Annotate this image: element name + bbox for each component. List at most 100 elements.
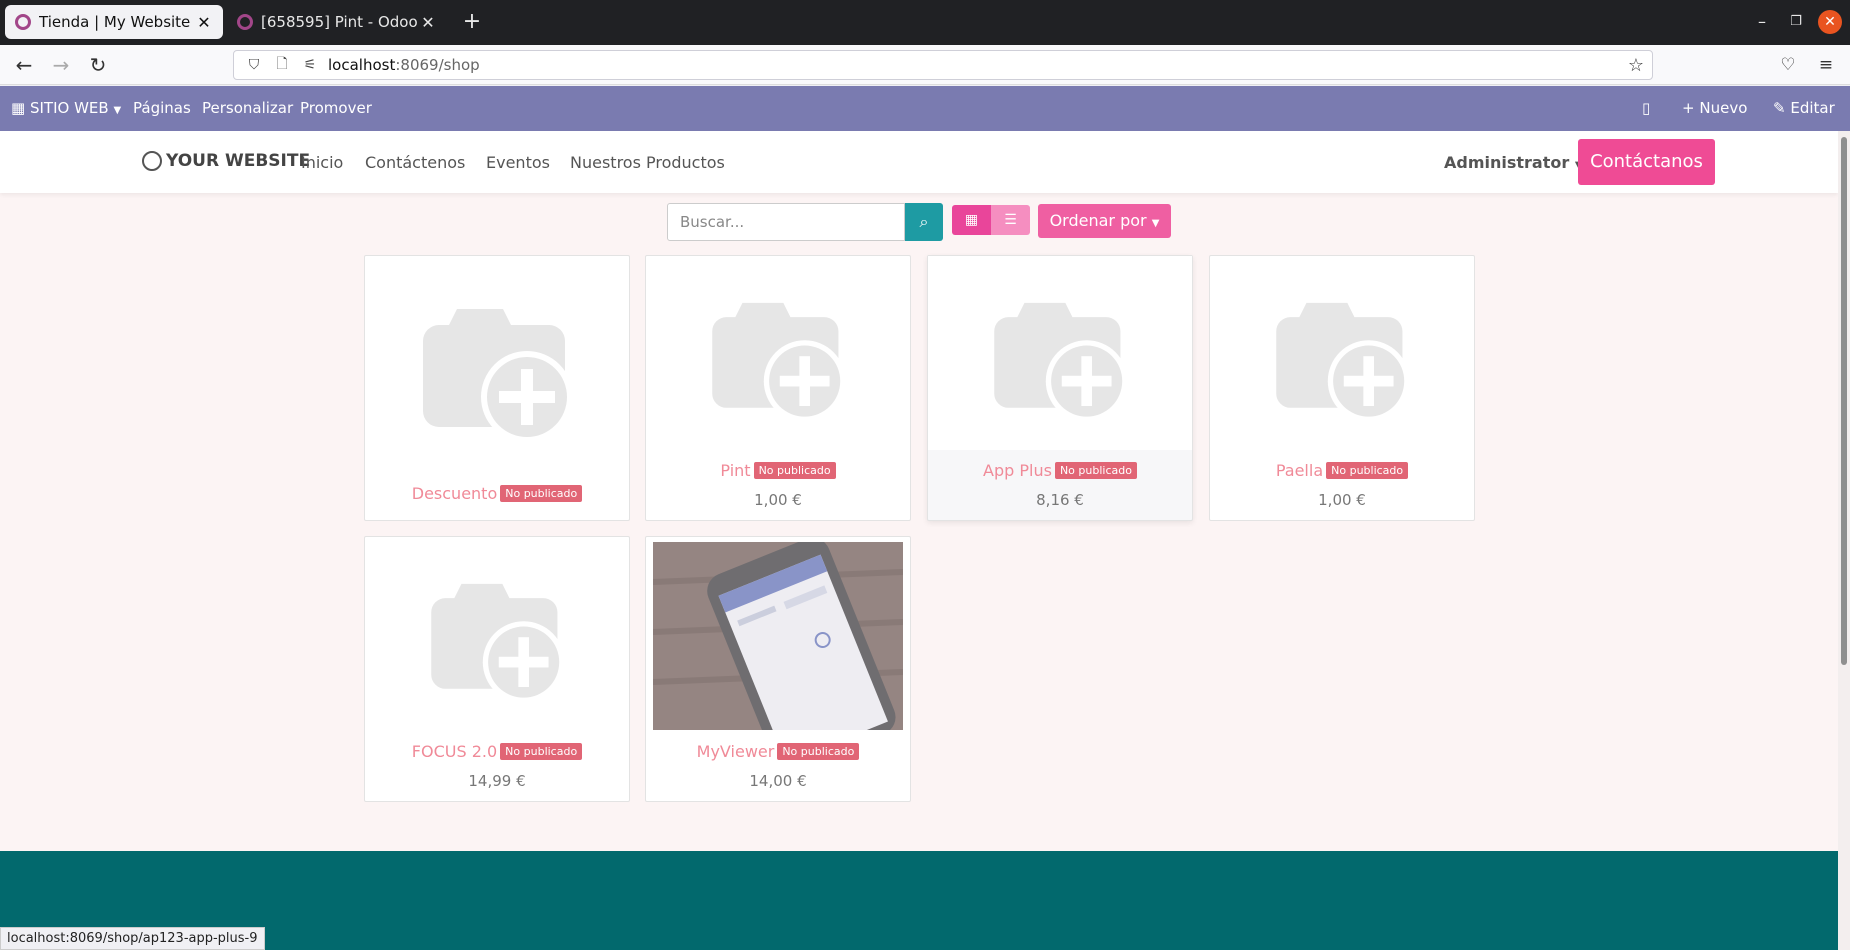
camera-placeholder-icon xyxy=(712,302,846,422)
product-price: 1,00 € xyxy=(754,491,802,509)
product-name[interactable]: Pint xyxy=(720,461,750,480)
forward-arrow-icon[interactable]: → xyxy=(47,51,75,79)
browser-tab-strip: Tienda | My Website ✕ [658595] Pint - Od… xyxy=(0,0,1850,45)
reload-icon[interactable]: ↻ xyxy=(84,51,112,79)
user-name: Administrator xyxy=(1444,153,1570,172)
product-price: 8,16 € xyxy=(1036,491,1084,509)
close-tab-icon[interactable]: ✕ xyxy=(419,13,437,32)
product-card-paella[interactable]: Paella No publicado 1,00 € xyxy=(1209,255,1475,521)
close-tab-icon[interactable]: ✕ xyxy=(195,13,213,32)
menu-promover[interactable]: Promover xyxy=(300,99,372,117)
new-content-button[interactable]: + Nuevo xyxy=(1682,99,1747,117)
site-header: YOUR WEBSITE Inicio Contáctenos Eventos … xyxy=(0,131,1838,193)
scrollbar-thumb[interactable] xyxy=(1841,137,1847,665)
plus-icon: + xyxy=(1682,99,1695,117)
grid-view-button[interactable]: ▦ xyxy=(952,205,991,235)
new-tab-plus-icon[interactable]: + xyxy=(458,8,486,36)
camera-placeholder-icon xyxy=(423,309,573,443)
unpublished-badge: No publicado xyxy=(500,743,583,760)
user-menu[interactable]: Administrator ▼ xyxy=(1444,153,1583,172)
product-title-line: Paella No publicado xyxy=(1210,460,1474,480)
tab-title: Tienda | My Website xyxy=(39,13,191,31)
pencil-icon: ✎ xyxy=(1773,99,1786,117)
grid-icon: ▦ xyxy=(964,212,979,228)
footer-heading-3 xyxy=(1123,923,1363,939)
product-image[interactable] xyxy=(646,256,910,450)
product-image[interactable] xyxy=(1210,256,1474,450)
website-page: YOUR WEBSITE Inicio Contáctenos Eventos … xyxy=(0,131,1838,950)
apps-grid-icon: ▦ xyxy=(11,99,26,117)
globe-icon xyxy=(142,151,162,171)
search-input[interactable] xyxy=(667,203,905,241)
caret-down-icon: ▼ xyxy=(113,105,122,116)
product-name[interactable]: Descuento xyxy=(412,484,497,503)
contact-us-button[interactable]: Contáctanos xyxy=(1578,139,1715,185)
product-title-line: Descuento No publicado xyxy=(365,483,629,503)
sort-dropdown[interactable]: Ordenar por ▼ xyxy=(1038,204,1171,238)
search-icon: ⌕ xyxy=(919,212,929,231)
product-card-app-plus[interactable]: App Plus No publicado 8,16 € xyxy=(927,255,1193,521)
camera-placeholder-icon xyxy=(994,302,1128,422)
product-title-line: Pint No publicado xyxy=(646,460,910,480)
apps-menu-button[interactable]: ▦ SITIO WEB ▼ xyxy=(11,99,121,117)
footer-heading-2 xyxy=(745,923,855,939)
list-view-button[interactable]: ☰ xyxy=(991,205,1030,235)
odoo-website-editor-bar: ▦ SITIO WEB ▼ Páginas Personalizar Promo… xyxy=(0,86,1850,131)
product-name[interactable]: FOCUS 2.0 xyxy=(412,742,497,761)
tab-pint-odoo[interactable]: [658595] Pint - Odoo ✕ xyxy=(227,5,447,39)
nav-nuestros-productos[interactable]: Nuestros Productos xyxy=(570,153,725,172)
list-icon: ☰ xyxy=(1004,212,1017,228)
product-image[interactable] xyxy=(365,537,629,731)
product-card-myviewer[interactable]: MyViewer No publicado 14,00 € xyxy=(645,536,911,802)
product-photo[interactable] xyxy=(653,542,903,730)
product-card-focus[interactable]: FOCUS 2.0 No publicado 14,99 € xyxy=(364,536,630,802)
mobile-preview-icon[interactable]: ▯ xyxy=(1642,99,1650,117)
product-card-descuento[interactable]: Descuento No publicado xyxy=(364,255,630,521)
camera-placeholder-icon xyxy=(431,583,565,703)
nav-contactenos[interactable]: Contáctenos xyxy=(365,153,465,172)
product-name[interactable]: MyViewer xyxy=(697,742,775,761)
site-logo[interactable]: YOUR WEBSITE xyxy=(142,151,310,171)
product-image[interactable] xyxy=(928,256,1192,450)
menu-hamburger-icon[interactable]: ≡ xyxy=(1814,53,1838,77)
url-host: localhost xyxy=(328,56,396,74)
menu-paginas[interactable]: Páginas xyxy=(133,99,191,117)
unpublished-badge: No publicado xyxy=(1326,462,1409,479)
edit-label: Editar xyxy=(1790,99,1835,117)
bookmark-star-icon[interactable]: ☆ xyxy=(1628,55,1644,76)
minimize-icon[interactable]: – xyxy=(1750,10,1774,34)
tab-tienda[interactable]: Tienda | My Website ✕ xyxy=(5,5,223,39)
search-button[interactable]: ⌕ xyxy=(905,203,943,241)
tab-title: [658595] Pint - Odoo xyxy=(261,13,418,31)
product-image[interactable] xyxy=(365,256,629,450)
unpublished-badge: No publicado xyxy=(753,462,836,479)
product-name[interactable]: Paella xyxy=(1276,461,1323,480)
product-price: 1,00 € xyxy=(1318,491,1366,509)
restore-icon[interactable]: ❐ xyxy=(1784,10,1808,34)
browser-navigation-bar: ← → ↻ ⛉ 🗋 ⚟ localhost:8069/shop ☆ ♡ ≡ xyxy=(0,45,1850,85)
pocket-icon[interactable]: ♡ xyxy=(1776,53,1800,77)
nav-eventos[interactable]: Eventos xyxy=(486,153,550,172)
shield-icon[interactable]: ⛉ xyxy=(244,57,264,73)
product-title-line: FOCUS 2.0 No publicado xyxy=(365,741,629,761)
status-bar-url: localhost:8069/shop/ap123-app-plus-9 xyxy=(0,927,265,950)
menu-personalizar[interactable]: Personalizar xyxy=(202,99,293,117)
edit-button[interactable]: ✎ Editar xyxy=(1773,99,1835,117)
page-scrollbar[interactable] xyxy=(1838,131,1850,950)
product-title-line: App Plus No publicado xyxy=(928,460,1192,480)
address-bar[interactable]: ⛉ 🗋 ⚟ localhost:8069/shop ☆ xyxy=(233,50,1653,80)
product-card-pint[interactable]: Pint No publicado 1,00 € xyxy=(645,255,911,521)
permissions-icon[interactable]: ⚟ xyxy=(300,57,320,73)
back-arrow-icon[interactable]: ← xyxy=(10,51,38,79)
caret-down-icon: ▼ xyxy=(1151,218,1160,229)
url-path: :8069/shop xyxy=(395,56,480,74)
camera-placeholder-icon xyxy=(1276,302,1410,422)
apps-menu-label: SITIO WEB xyxy=(29,99,109,117)
page-info-icon[interactable]: 🗋 xyxy=(272,53,292,77)
unpublished-badge: No publicado xyxy=(777,743,860,760)
product-name[interactable]: App Plus xyxy=(983,461,1052,480)
nav-inicio[interactable]: Inicio xyxy=(301,153,343,172)
unpublished-badge: No publicado xyxy=(500,485,583,502)
product-price: 14,00 € xyxy=(749,772,807,790)
window-close-icon[interactable]: ✕ xyxy=(1818,10,1842,34)
